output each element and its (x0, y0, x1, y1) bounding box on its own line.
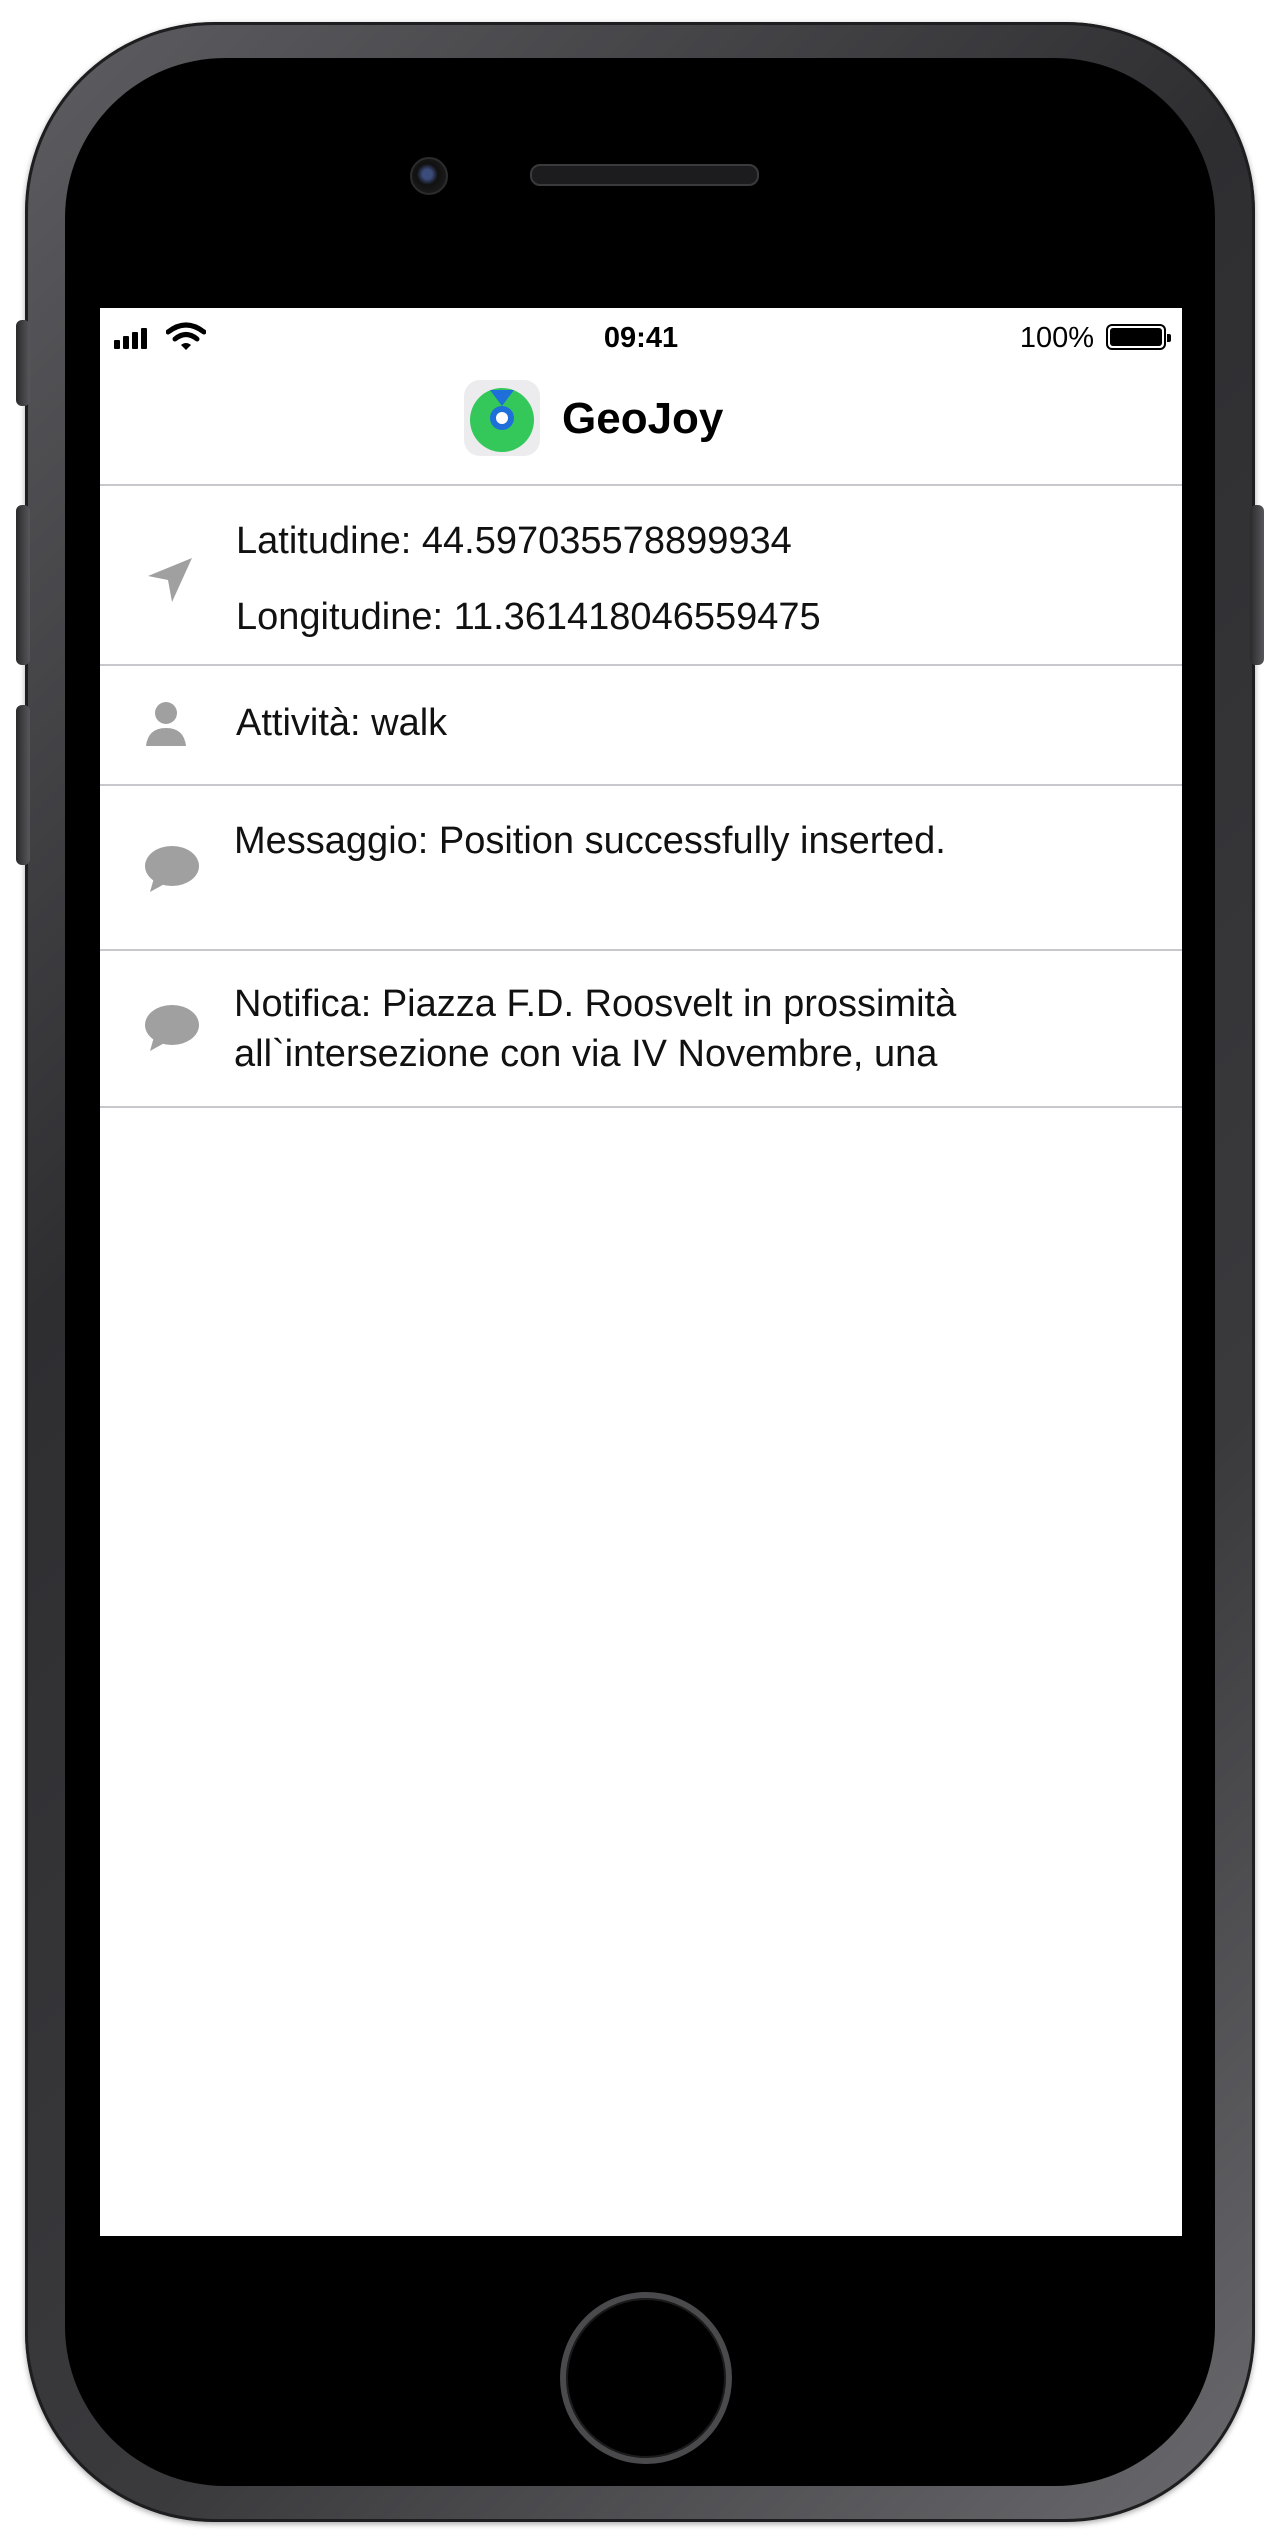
message-row: Messaggio: Position successfully inserte… (100, 786, 1182, 951)
speech-bubble-icon (145, 1005, 199, 1051)
navigation-bar: GeoJoy (100, 364, 1182, 486)
volume-down-button (16, 705, 30, 865)
earpiece-speaker (530, 164, 759, 186)
location-arrow-icon (148, 558, 192, 602)
app-title: GeoJoy (562, 394, 724, 443)
home-button[interactable] (560, 2292, 732, 2464)
front-camera (410, 157, 448, 195)
status-bar: 09:41 100% (100, 308, 1182, 364)
notification-text: Notifica: Piazza F.D. Roosvelt in prossi… (234, 983, 957, 1075)
person-icon (146, 702, 186, 746)
location-row: Latitudine: 44.597035578899934 Longitudi… (100, 486, 1182, 666)
power-button (1250, 505, 1264, 665)
mute-switch (16, 320, 30, 406)
notification-row: Notifica: Piazza F.D. Roosvelt in prossi… (100, 951, 1182, 1108)
activity-row: Attività: walk (100, 666, 1182, 786)
battery-percentage: 100% (1019, 322, 1094, 354)
battery-icon (1106, 324, 1171, 350)
app-screen: 09:41 100% GeoJoy Latitudine: 44.5970355… (100, 308, 1182, 2236)
volume-up-button (16, 505, 30, 665)
speech-bubble-icon (145, 846, 199, 892)
activity-text: Attività: walk (236, 702, 448, 744)
geojoy-app-icon (464, 380, 540, 456)
longitude-text: Longitudine: 11.361418046559475 (236, 596, 821, 638)
latitude-text: Latitudine: 44.597035578899934 (236, 520, 792, 562)
message-text: Messaggio: Position successfully inserte… (234, 820, 946, 862)
